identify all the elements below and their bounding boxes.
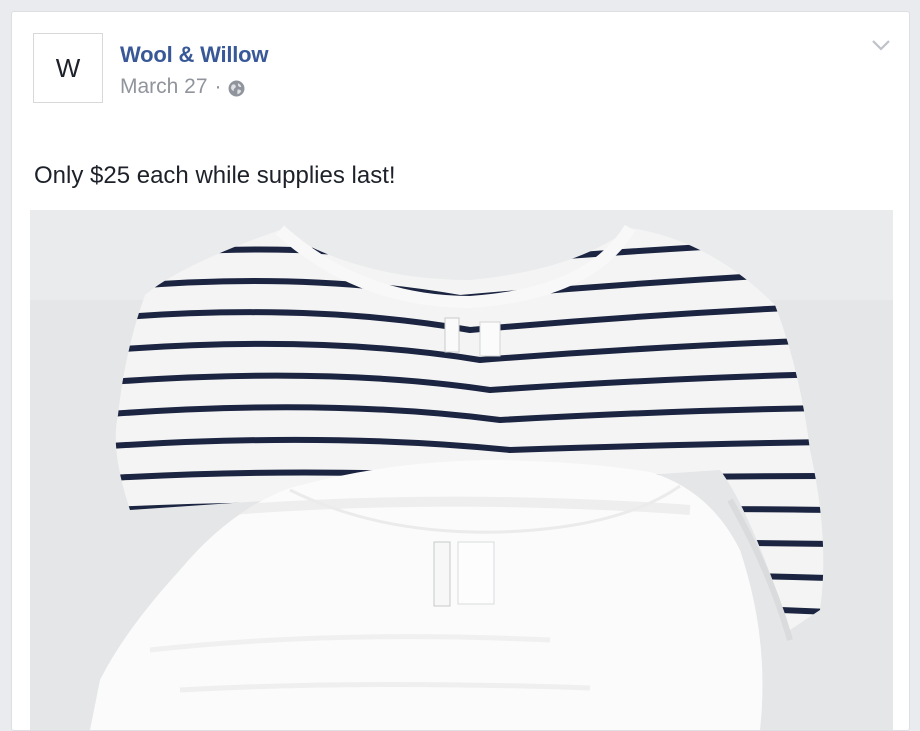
meta-separator: · [214,75,222,98]
globe-icon[interactable] [228,79,245,96]
post-card: W Wool & Willow March 27 · Only $25 each… [11,11,910,731]
chevron-down-icon[interactable] [871,38,891,52]
page-name-link[interactable]: Wool & Willow [120,42,269,68]
post-photo[interactable] [30,210,893,730]
page-avatar[interactable]: W [33,33,103,103]
post-text: Only $25 each while supplies last! [34,162,396,189]
post-meta: March 27 · [120,75,245,99]
post-date[interactable]: March 27 [120,75,208,99]
avatar-letter: W [55,52,81,83]
